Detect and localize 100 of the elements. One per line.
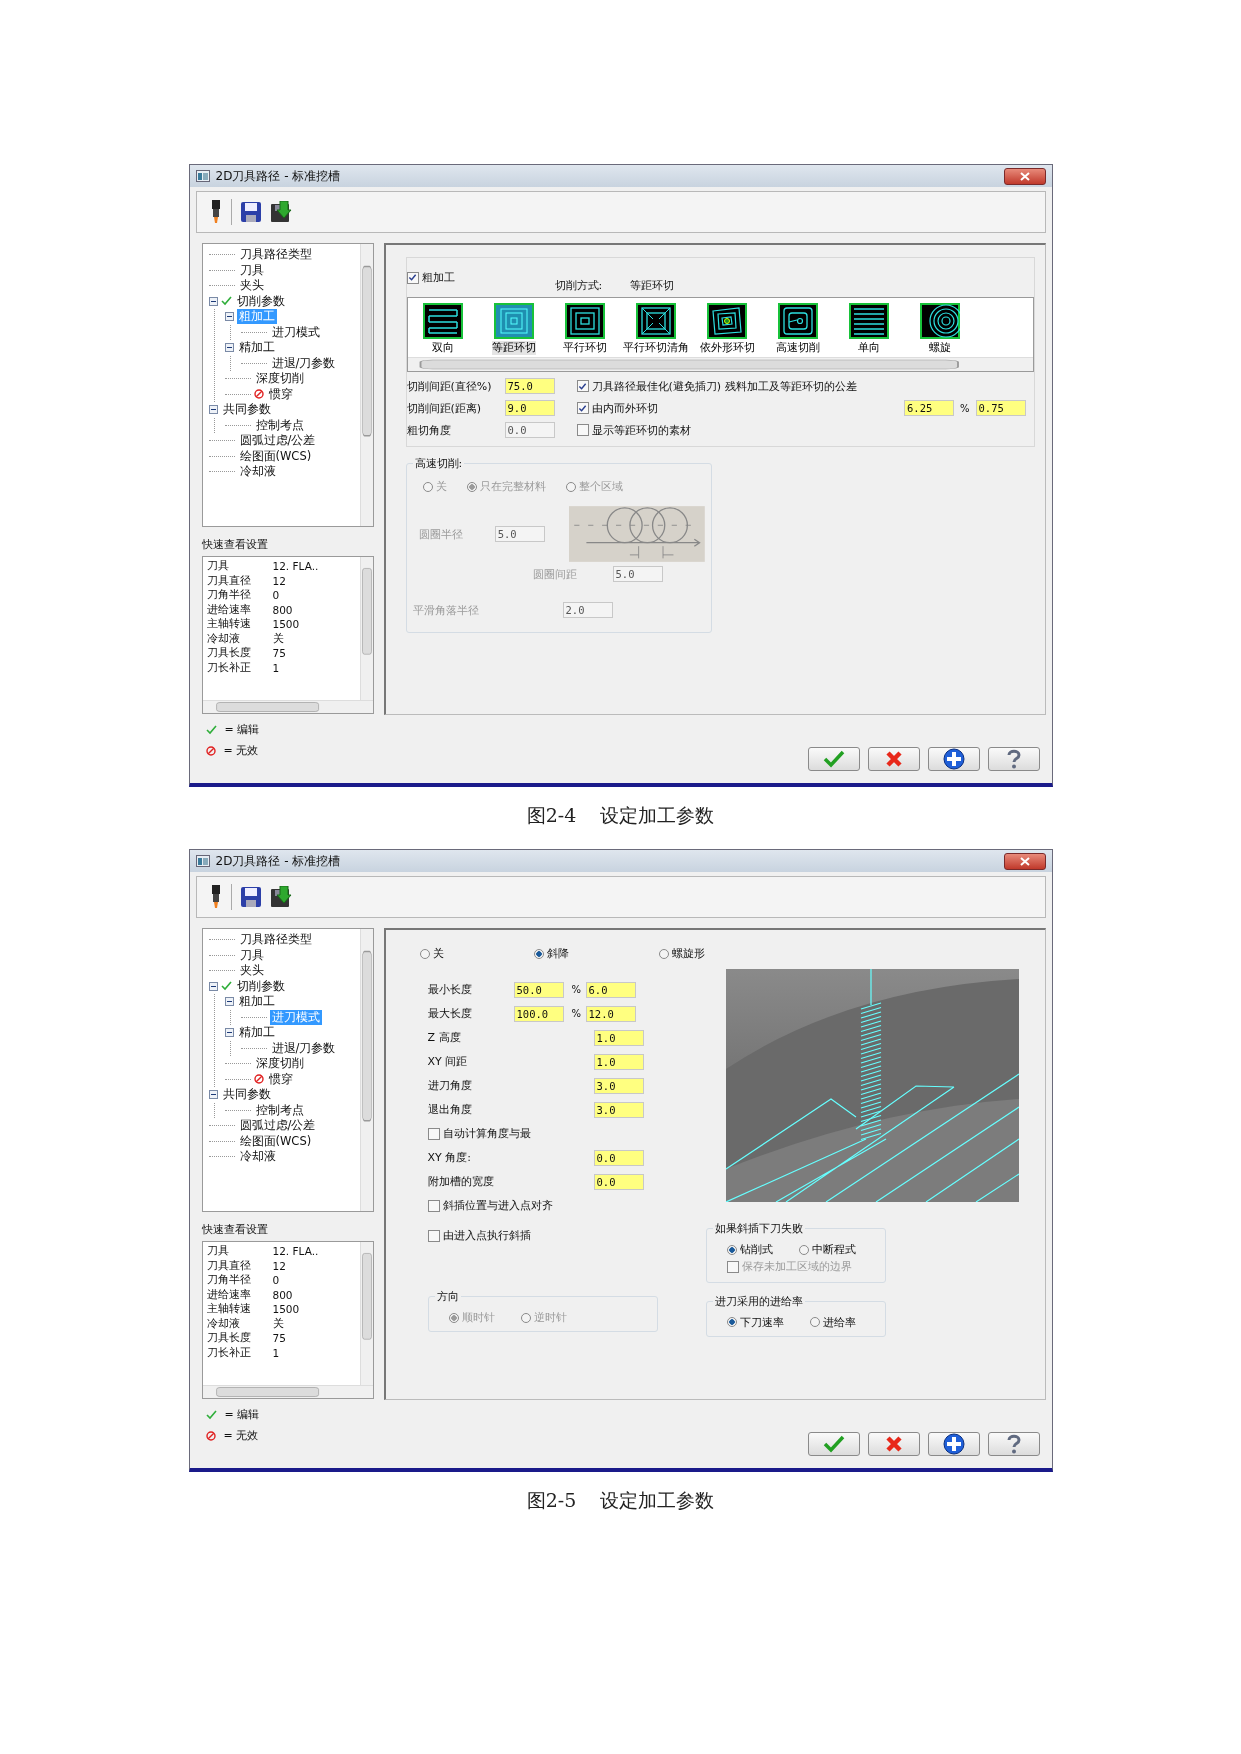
tree-item[interactable]: 冷却液 <box>237 464 278 480</box>
input-field[interactable]: 0.0 <box>593 1173 644 1190</box>
tree-item[interactable]: 刀具 <box>237 262 266 278</box>
setting-value: 800 <box>272 1288 293 1301</box>
help-button[interactable] <box>987 1432 1040 1456</box>
scrollbar[interactable] <box>202 700 373 713</box>
group-title: 高速切削: <box>412 456 465 471</box>
checkbox[interactable]: 自动计算角度与最 <box>427 1126 531 1141</box>
tree-item[interactable]: 粗加工 <box>236 994 277 1010</box>
radio-option[interactable]: 钻削式 <box>726 1242 773 1257</box>
radio-option[interactable]: 斜降 <box>533 946 569 961</box>
tree-item[interactable]: 夹头 <box>237 963 266 979</box>
collapse-icon[interactable] <box>224 1028 234 1038</box>
pattern-option[interactable]: 高速切削 <box>762 303 834 355</box>
scrollbar[interactable] <box>359 1242 373 1385</box>
collapse-icon[interactable] <box>224 343 234 353</box>
radio-option[interactable]: 下刀速率 <box>726 1314 784 1330</box>
pattern-option[interactable]: 螺旋 <box>904 303 976 355</box>
tree-item[interactable]: 绘图面(WCS) <box>237 1133 314 1149</box>
collapse-icon[interactable] <box>208 296 218 306</box>
help-button[interactable] <box>987 747 1040 771</box>
checkmark-icon <box>822 750 845 768</box>
setting-value: 12 <box>272 1259 286 1272</box>
collapse-icon[interactable] <box>224 312 234 322</box>
input-field[interactable]: 0.0 <box>593 1149 644 1166</box>
scrollbar[interactable] <box>359 244 373 526</box>
checkmark-icon <box>205 1409 217 1420</box>
collapse-icon[interactable] <box>208 1090 218 1100</box>
input-field[interactable]: 9.0 <box>504 400 555 416</box>
input-field[interactable]: 3.0 <box>593 1101 644 1118</box>
checkmark-icon <box>408 273 417 282</box>
close-button[interactable] <box>1003 852 1046 870</box>
input-field[interactable]: 6.0 <box>585 981 636 998</box>
close-button[interactable] <box>1003 167 1046 185</box>
collapse-icon[interactable] <box>224 997 234 1007</box>
pattern-option[interactable]: 单向 <box>833 303 905 355</box>
tree-item[interactable]: 刀具 <box>237 947 266 963</box>
tree-item[interactable]: 刀具路径类型 <box>237 247 314 263</box>
ok-button[interactable] <box>807 1432 860 1456</box>
input-field[interactable]: 1.0 <box>593 1029 644 1046</box>
checkbox[interactable]: 刀具路径最佳化(避免插刀) <box>576 378 722 394</box>
input-field[interactable]: 6.25 <box>904 400 954 416</box>
input-field[interactable]: 0.75 <box>975 400 1026 416</box>
scrollbar[interactable] <box>359 929 373 1211</box>
radio-option[interactable]: 螺旋形 <box>658 946 705 961</box>
tree-item[interactable]: 冷却液 <box>237 1149 278 1165</box>
checkbox[interactable]: 显示等距环切的素材 <box>576 422 691 438</box>
setting-name: 刀具长度 <box>206 646 252 661</box>
tree-item[interactable]: 切削参数 <box>234 978 287 994</box>
scrollbar[interactable] <box>407 357 1033 371</box>
tree-item[interactable]: 精加工 <box>236 1025 277 1041</box>
input-field[interactable]: 50.0 <box>513 981 564 998</box>
cancel-button[interactable] <box>867 1432 920 1456</box>
checkbox[interactable]: 粗加工 <box>406 270 455 285</box>
tree-item[interactable]: 惯穿 <box>266 1071 295 1087</box>
tree-item[interactable]: 圆弧过虑/公差 <box>237 1118 318 1134</box>
collapse-icon[interactable] <box>208 405 218 415</box>
tree-item[interactable]: 精加工 <box>236 340 277 356</box>
tree-item[interactable]: 进退/刀参数 <box>269 355 338 371</box>
radio-option[interactable]: 中断程式 <box>798 1242 856 1257</box>
tree-item[interactable]: 圆弧过虑/公差 <box>237 433 318 449</box>
scrollbar[interactable] <box>359 557 373 700</box>
pattern-option[interactable]: 依外形环切 <box>691 303 763 355</box>
input-field[interactable]: 100.0 <box>513 1005 564 1022</box>
tree-item[interactable]: 刀具路径类型 <box>237 932 314 948</box>
tree-item[interactable]: 夹头 <box>237 278 266 294</box>
input-field[interactable]: 1.0 <box>593 1053 644 1070</box>
ok-button[interactable] <box>807 747 860 771</box>
input-field[interactable]: 75.0 <box>504 378 555 394</box>
tree-item[interactable]: 控制考点 <box>253 1102 306 1118</box>
setting-name: 刀具 <box>206 1244 230 1259</box>
scrollbar[interactable] <box>202 1385 373 1398</box>
pattern-option[interactable]: 平行环切 <box>549 303 621 355</box>
field-label: XY 角度: <box>427 1150 472 1165</box>
tree-item[interactable]: 进退/刀参数 <box>269 1040 338 1056</box>
checkbox[interactable]: 斜插位置与进入点对齐 <box>427 1198 553 1213</box>
cancel-button[interactable] <box>867 747 920 771</box>
checkbox[interactable]: 由进入点执行斜插 <box>427 1228 531 1243</box>
tree-item[interactable]: 控制考点 <box>253 417 306 433</box>
tree-item[interactable]: 切削参数 <box>234 293 287 309</box>
tree-item[interactable]: 进刀模式 <box>269 324 322 340</box>
field-label: 圆圈间距 <box>532 566 578 582</box>
tree-item[interactable]: 深度切削 <box>253 1056 306 1072</box>
collapse-icon[interactable] <box>208 981 218 991</box>
add-button[interactable] <box>927 1432 980 1456</box>
tree-item[interactable]: 绘图面(WCS) <box>237 448 314 464</box>
input-field[interactable]: 3.0 <box>593 1077 644 1094</box>
tree-item[interactable]: 共同参数 <box>220 402 273 418</box>
pattern-option[interactable]: 平行环切清角 <box>620 303 692 355</box>
input-field[interactable]: 12.0 <box>585 1005 636 1022</box>
checkbox[interactable]: 由内而外环切 <box>576 400 658 416</box>
pattern-option[interactable]: 等距环切 <box>478 303 550 355</box>
add-button[interactable] <box>927 747 980 771</box>
pattern-option[interactable]: 双向 <box>407 303 479 355</box>
setting-name: 刀具长度 <box>206 1331 252 1346</box>
tree-item[interactable]: 共同参数 <box>220 1087 273 1103</box>
tree-item[interactable]: 惯穿 <box>266 386 295 402</box>
radio-option[interactable]: 关 <box>419 946 444 961</box>
tree-item[interactable]: 深度切削 <box>253 371 306 387</box>
radio-option[interactable]: 进给率 <box>809 1314 856 1330</box>
